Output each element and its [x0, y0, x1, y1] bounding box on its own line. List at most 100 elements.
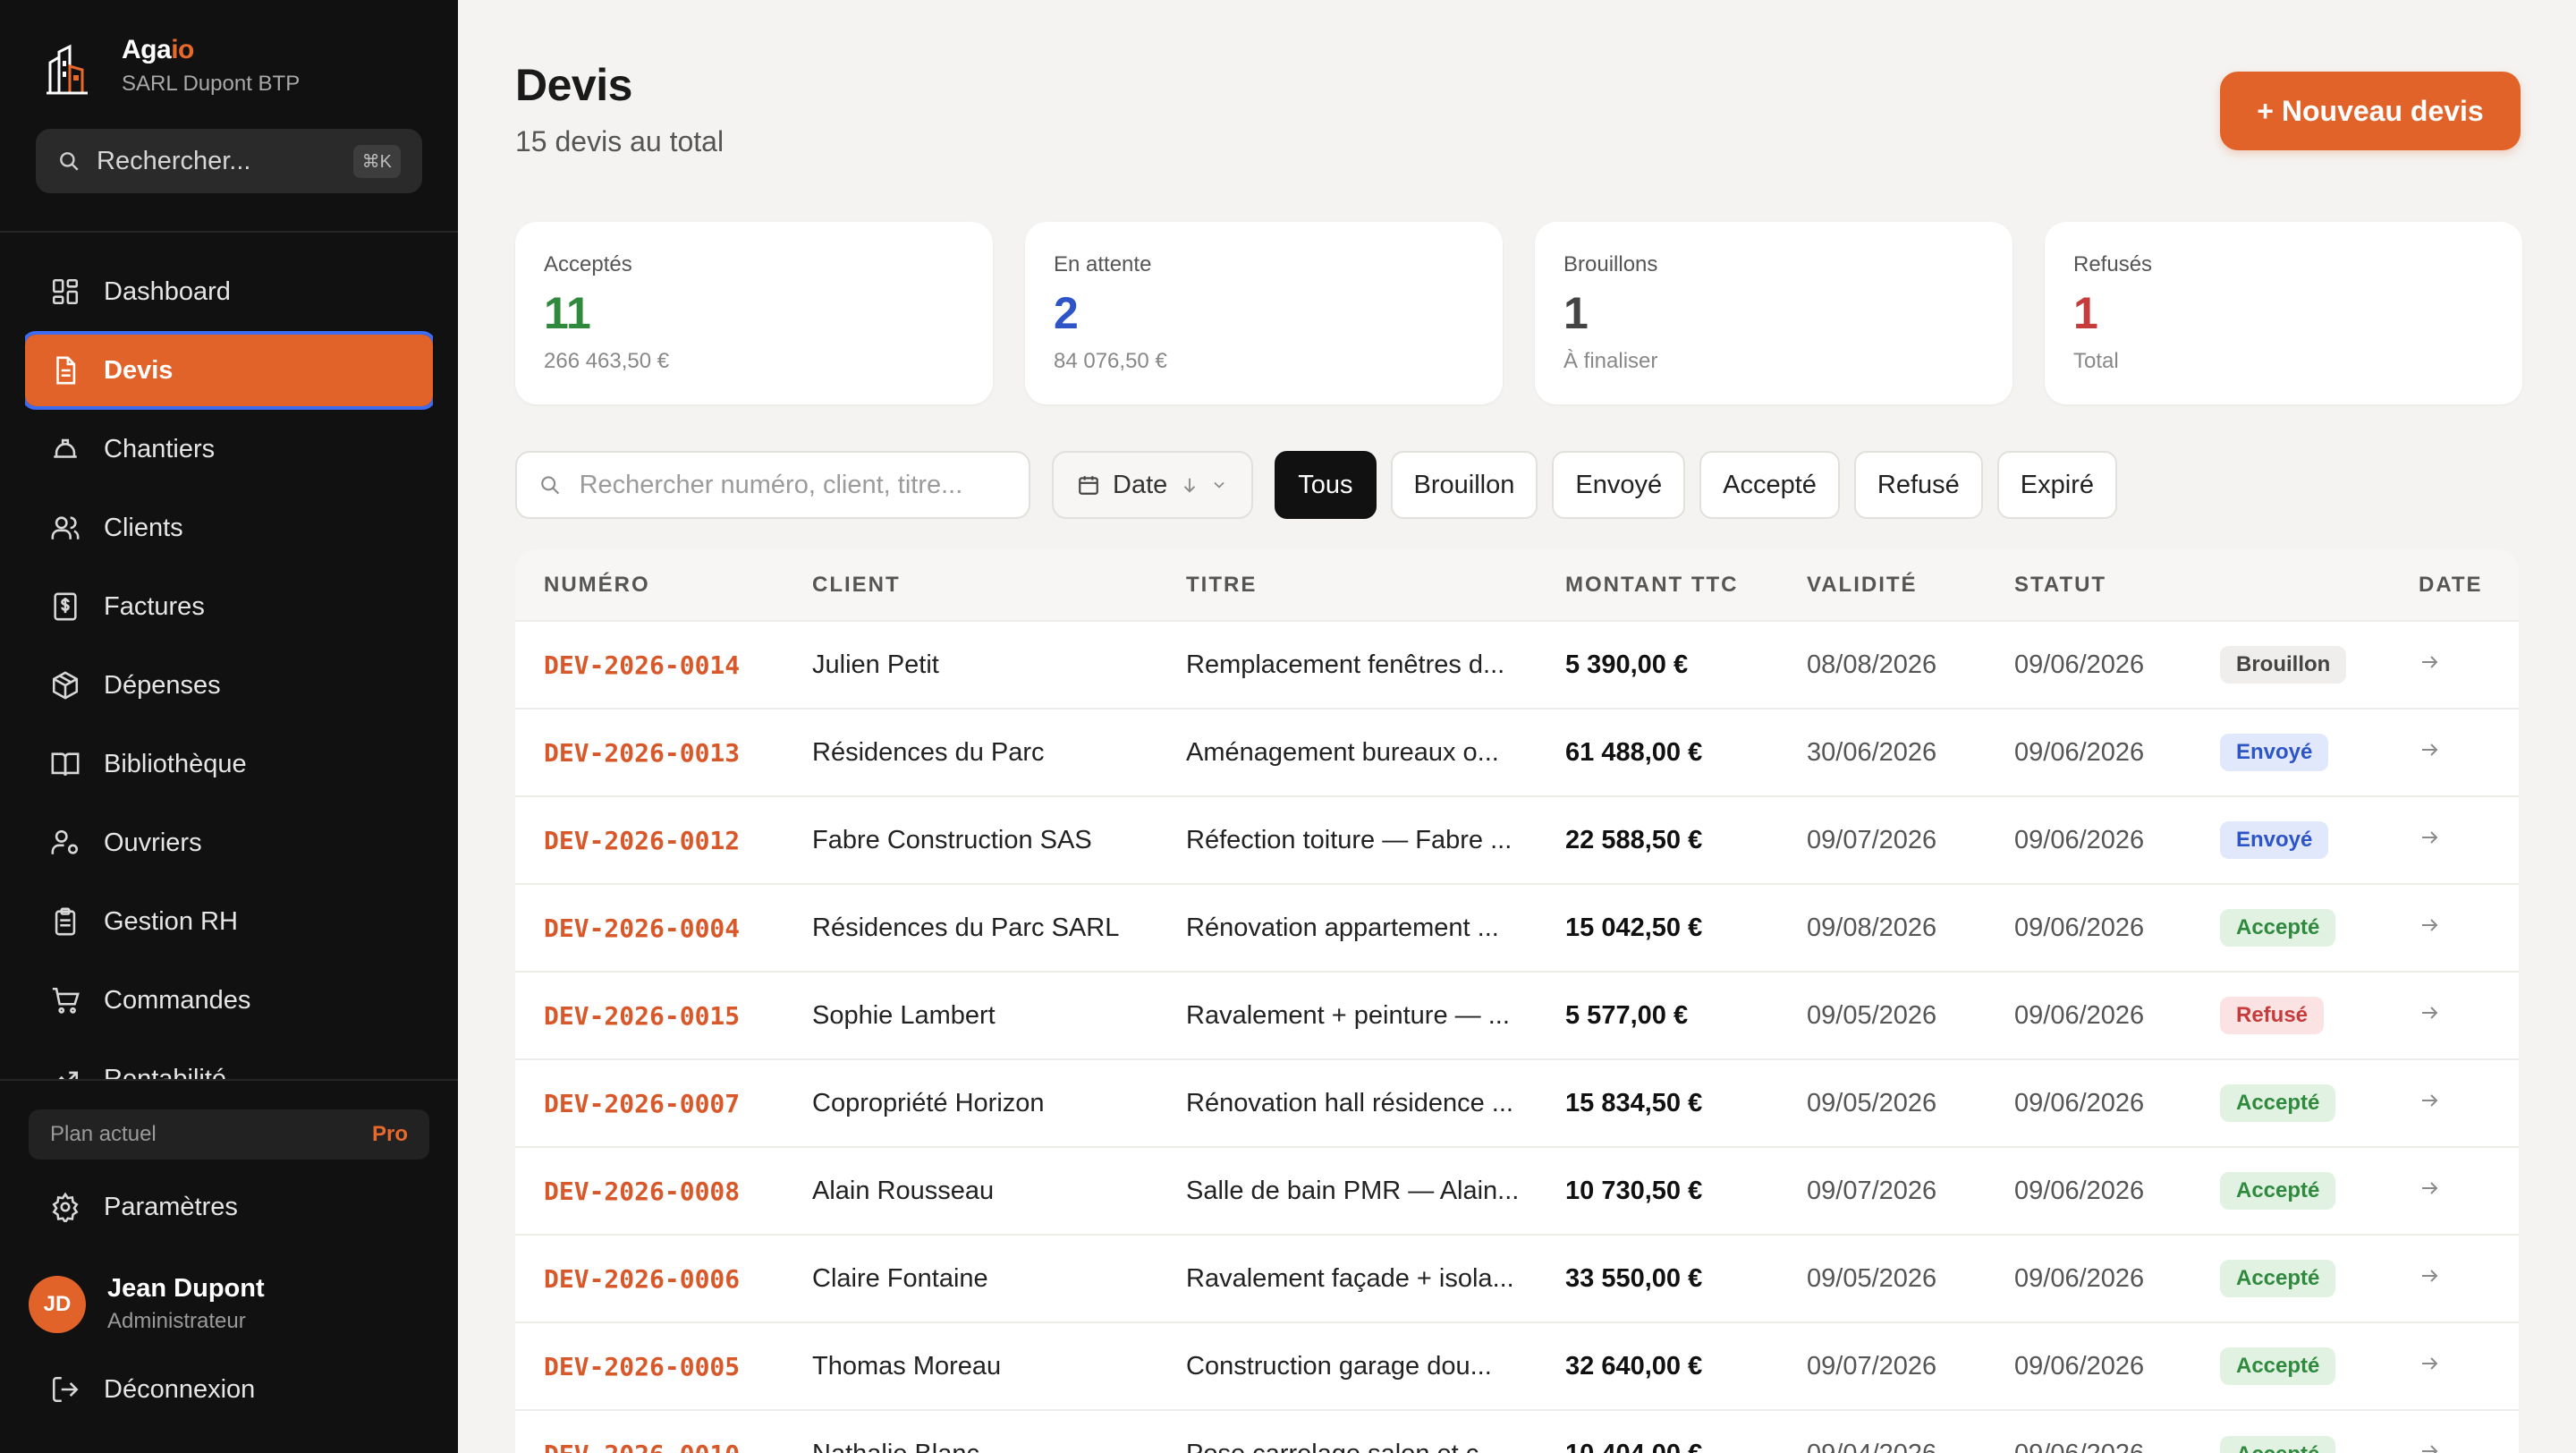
arrow-right-icon[interactable] [2419, 914, 2440, 936]
sidebar-item-label: Ouvriers [104, 828, 202, 857]
arrow-right-icon[interactable] [2419, 651, 2440, 673]
arrow-right-icon[interactable] [2419, 1353, 2440, 1374]
settings-link[interactable]: Paramètres [50, 1192, 238, 1222]
column-header-client[interactable]: CLIENT [784, 549, 1157, 621]
sidebar-item-rentabilite[interactable]: Rentabilité [25, 1043, 433, 1079]
arrow-right-icon[interactable] [2419, 1177, 2440, 1199]
quote-number[interactable]: DEV-2026-0006 [515, 1235, 784, 1322]
quote-status-date: 09/06/2026 [2014, 1351, 2145, 1381]
quote-number[interactable]: DEV-2026-0004 [515, 884, 784, 972]
sidebar-item-devis[interactable]: Devis [25, 331, 433, 410]
logout-label: Déconnexion [104, 1374, 256, 1404]
filter-chip-expire[interactable]: Expiré [1996, 451, 2117, 519]
users-icon [51, 516, 80, 540]
arrow-right-icon[interactable] [2419, 1440, 2440, 1453]
quote-title: Rénovation appartement ... [1186, 913, 1499, 942]
quote-number[interactable]: DEV-2026-0007 [515, 1059, 784, 1147]
table-row[interactable]: DEV-2026-0007 Copropriété Horizon Rénovati… [515, 1059, 2519, 1147]
brand[interactable]: Agaio SARL Dupont BTP [47, 34, 300, 97]
arrow-right-icon[interactable] [2419, 1002, 2440, 1024]
status-cell: Accepté [2191, 1059, 2390, 1147]
filter-chip-tous[interactable]: Tous [1275, 451, 1377, 519]
quote-number[interactable]: DEV-2026-0014 [515, 621, 784, 709]
filter-chip-refuse[interactable]: Refusé [1853, 451, 1983, 519]
plan-badge[interactable]: Plan actuel Pro [29, 1109, 429, 1160]
status-badge: Accepté [2220, 1172, 2336, 1210]
quote-validity: 09/07/2026 [1807, 1351, 1937, 1381]
quote-validity: 09/05/2026 [1807, 1088, 1937, 1117]
sidebar-item-label: Clients [104, 513, 183, 542]
sidebar-item-clients[interactable]: Clients [25, 492, 433, 564]
sidebar-item-factures[interactable]: Factures [25, 571, 433, 642]
sidebar-nav: Dashboard Devis Chantiers Clients Factur… [25, 256, 433, 1079]
column-header-titre[interactable]: TITRE [1157, 549, 1537, 621]
sidebar-item-dashboard[interactable]: Dashboard [25, 256, 433, 327]
sidebar-item-depenses[interactable]: Dépenses [25, 650, 433, 721]
date-sort-button[interactable]: Date [1052, 451, 1254, 519]
arrow-right-icon[interactable] [2419, 827, 2440, 848]
table-row[interactable]: DEV-2026-0008 Alain Rousseau Salle de bain… [515, 1147, 2519, 1235]
sidebar-item-bibliotheque[interactable]: Bibliothèque [25, 728, 433, 800]
sidebar-search[interactable]: Rechercher... ⌘K [36, 129, 422, 193]
sidebar: Agaio SARL Dupont BTP Rechercher... ⌘K D… [0, 0, 458, 1453]
column-header-montant[interactable]: MONTANT TTC [1537, 549, 1778, 621]
stats-row: Acceptés 11 266 463,50 € En attente 2 84… [515, 222, 2522, 404]
column-header-validite[interactable]: VALIDITÉ [1778, 549, 1986, 621]
table-row[interactable]: DEV-2026-0010Nathalie BlancPose carrelag… [515, 1410, 2519, 1453]
column-header-statut[interactable]: STATUT [1986, 549, 2191, 621]
table-row[interactable]: DEV-2026-0015 Sophie Lambert Ravalement + … [515, 972, 2519, 1059]
quote-title: Ravalement + peinture — ... [1186, 1000, 1510, 1030]
quote-client: Résidences du Parc SARL [812, 913, 1120, 942]
quote-title: Remplacement fenêtres d... [1186, 650, 1505, 679]
sidebar-item-label: Rentabilité [104, 1064, 227, 1080]
arrow-right-icon[interactable] [2419, 1265, 2440, 1287]
sidebar-item-label: Gestion RH [104, 906, 238, 936]
filter-chip-accepte[interactable]: Accepté [1699, 451, 1840, 519]
status-badge: Accepté [2220, 1084, 2336, 1122]
quote-number[interactable]: DEV-2026-0005 [515, 1322, 784, 1410]
quote-number[interactable]: DEV-2026-0008 [515, 1147, 784, 1235]
row-action [2390, 1410, 2519, 1453]
filter-chip-brouillon[interactable]: Brouillon [1390, 451, 1538, 519]
status-badge: Brouillon [2220, 646, 2347, 684]
quote-number[interactable]: DEV-2026-0015 [515, 972, 784, 1059]
arrow-right-icon[interactable] [2419, 1090, 2440, 1111]
quote-number[interactable]: DEV-2026-0012 [515, 796, 784, 884]
column-header-numero[interactable]: NUMÉRO [515, 549, 784, 621]
stat-value: 1 [2073, 288, 2098, 338]
table-row[interactable]: DEV-2026-0005 Thomas Moreau Construction g… [515, 1322, 2519, 1410]
sidebar-item-ouvriers[interactable]: Ouvriers [25, 807, 433, 879]
invoice-icon [54, 592, 77, 621]
divider [0, 1079, 458, 1081]
table-row[interactable]: DEV-2026-0012 Fabre Construction SAS Réfec… [515, 796, 2519, 884]
quote-title: Construction garage dou... [1186, 1351, 1492, 1381]
user-profile[interactable]: JD Jean Dupont Administrateur [29, 1274, 265, 1334]
table-row[interactable]: DEV-2026-0013 Résidences du Parc Aménageme… [515, 709, 2519, 796]
sidebar-item-chantiers[interactable]: Chantiers [25, 413, 433, 485]
status-badge: Refusé [2220, 997, 2325, 1034]
quote-validity: 30/06/2026 [1807, 737, 1937, 767]
table-row[interactable]: DEV-2026-0006 Claire Fontaine Ravalement f… [515, 1235, 2519, 1322]
table-header: NUMÉRO CLIENT TITRE MONTANT TTC VALIDITÉ… [515, 549, 2519, 621]
sidebar-item-gestion-rh[interactable]: Gestion RH [25, 886, 433, 957]
table-row[interactable]: DEV-2026-0004 Résidences du Parc SARL Réno… [515, 884, 2519, 972]
company-name: SARL Dupont BTP [122, 72, 301, 96]
quote-number[interactable]: DEV-2026-0013 [515, 709, 784, 796]
quote-number[interactable]: DEV-2026-0010 [515, 1410, 784, 1453]
new-quote-button[interactable]: + Nouveau devis [2220, 72, 2521, 150]
arrow-right-icon[interactable] [2419, 739, 2440, 760]
settings-label: Paramètres [104, 1192, 238, 1221]
column-header-date[interactable]: DATE [2390, 549, 2519, 621]
quote-amount: 32 640,00 € [1565, 1351, 1703, 1381]
stat-value: 2 [1054, 288, 1079, 338]
quote-search-input[interactable] [579, 470, 1007, 500]
quote-search[interactable] [515, 451, 1030, 519]
sidebar-item-commandes[interactable]: Commandes [25, 964, 433, 1036]
quote-amount: 10 404,00 € [1537, 1410, 1778, 1453]
stat-label: Brouillons [1563, 252, 1658, 276]
quote-client: Claire Fontaine [812, 1263, 988, 1293]
filter-chip-envoye[interactable]: Envoyé [1552, 451, 1686, 519]
table-row[interactable]: DEV-2026-0014 Julien Petit Remplacement fe… [515, 621, 2519, 709]
column-header-empty [2191, 549, 2390, 621]
logout-button[interactable]: Déconnexion [50, 1374, 255, 1405]
